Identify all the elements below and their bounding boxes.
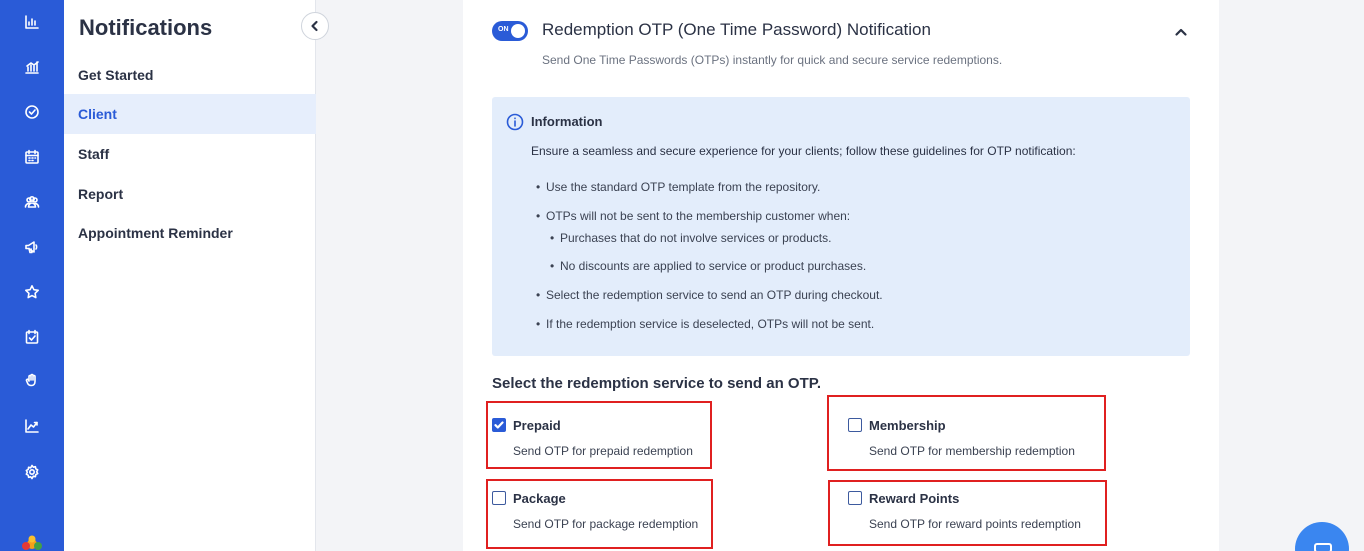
- toggle-on-label: ON: [498, 26, 509, 33]
- info-icon: [506, 113, 524, 131]
- info-bullet: OTPs will not be sent to the membership …: [536, 209, 850, 223]
- info-sub-bullet: Purchases that do not involve services o…: [550, 231, 832, 245]
- info-bullet: Select the redemption service to send an…: [536, 288, 883, 302]
- reward-points-description: Send OTP for reward points redemption: [869, 517, 1081, 531]
- prepaid-checkbox[interactable]: [492, 418, 506, 432]
- highlight-box: [828, 480, 1107, 546]
- highlight-box: [486, 479, 713, 549]
- prepaid-label[interactable]: Prepaid: [513, 418, 561, 433]
- package-checkbox[interactable]: [492, 491, 506, 505]
- bar-chart-icon[interactable]: [22, 57, 42, 77]
- toggle-knob: [511, 24, 525, 38]
- sidebar-item-appointment-reminder[interactable]: Appointment Reminder: [64, 213, 316, 253]
- info-sub-bullet: No discounts are applied to service or p…: [550, 259, 866, 273]
- checkmark-icon: [494, 421, 504, 429]
- chevron-left-icon: [311, 20, 318, 32]
- info-bullet: Use the standard OTP template from the r…: [536, 180, 820, 194]
- sidebar-item-staff[interactable]: Staff: [64, 134, 316, 174]
- users-icon[interactable]: [22, 192, 42, 212]
- membership-description: Send OTP for membership redemption: [869, 444, 1075, 458]
- check-circle-icon[interactable]: [22, 102, 42, 122]
- prepaid-description: Send OTP for prepaid redemption: [513, 444, 693, 458]
- settings-icon[interactable]: [22, 462, 42, 482]
- megaphone-icon[interactable]: [22, 237, 42, 257]
- info-description: Ensure a seamless and secure experience …: [531, 144, 1076, 158]
- notification-toggle[interactable]: ON: [492, 21, 528, 41]
- package-label[interactable]: Package: [513, 491, 566, 506]
- sidebar-item-report[interactable]: Report: [64, 174, 316, 214]
- icon-rail: [0, 0, 64, 551]
- collapse-section-button[interactable]: [1173, 24, 1189, 40]
- info-bullet: If the redemption service is deselected,…: [536, 317, 874, 331]
- chat-launcher-button[interactable]: [1295, 522, 1349, 551]
- highlight-box: [486, 401, 712, 469]
- brand-logo-icon: [18, 534, 46, 551]
- card-title: Redemption OTP (One Time Password) Notif…: [542, 20, 931, 39]
- chat-icon: [1314, 543, 1332, 551]
- sidebar-item-client[interactable]: Client: [64, 94, 316, 134]
- dashboard-icon[interactable]: [22, 12, 42, 32]
- package-description: Send OTP for package redemption: [513, 517, 699, 531]
- notifications-sidebar: Notifications Get Started Client Staff R…: [64, 0, 329, 551]
- chevron-up-icon: [1175, 28, 1187, 36]
- otp-notification-card: ON Redemption OTP (One Time Password) No…: [463, 0, 1219, 551]
- information-box: Information Ensure a seamless and secure…: [492, 97, 1190, 356]
- card-subtitle: Send One Time Passwords (OTPs) instantly…: [542, 53, 1003, 67]
- sidebar-title: Notifications: [79, 15, 213, 40]
- sidebar-item-get-started[interactable]: Get Started: [64, 55, 316, 95]
- calendar-icon[interactable]: [22, 147, 42, 167]
- calendar-check-icon[interactable]: [22, 327, 42, 347]
- trend-icon[interactable]: [22, 416, 42, 436]
- highlight-box: [827, 395, 1106, 471]
- membership-label[interactable]: Membership: [869, 418, 946, 433]
- reward-points-checkbox[interactable]: [848, 491, 862, 505]
- membership-checkbox[interactable]: [848, 418, 862, 432]
- hand-icon[interactable]: [22, 370, 42, 390]
- reward-points-label[interactable]: Reward Points: [869, 491, 959, 506]
- info-title: Information: [531, 114, 603, 129]
- collapse-sidebar-button[interactable]: [301, 12, 329, 40]
- star-icon[interactable]: [22, 282, 42, 302]
- select-service-title: Select the redemption service to send an…: [492, 375, 821, 392]
